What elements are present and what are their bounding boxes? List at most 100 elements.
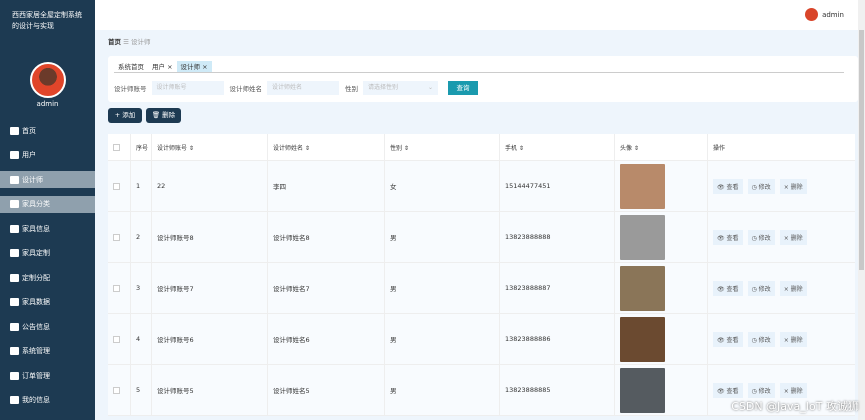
sidebar-item-label: 家具分类 [22, 200, 50, 208]
header-name[interactable]: 设计师姓名 ⇕ [268, 134, 385, 160]
view-button[interactable]: 👁 查看 [713, 382, 743, 398]
designer-table: 序号 设计师账号 ⇕ 设计师姓名 ⇕ 性别 ⇕ 手机 ⇕ 头像 ⇕ 操作 1 2… [108, 134, 855, 416]
header-actions: 操作 [713, 144, 726, 152]
cell-gender: 男 [385, 314, 500, 364]
bar-chart-icon [10, 347, 19, 355]
sidebar-item-7[interactable]: 家具数据 [0, 294, 95, 311]
sidebar-item-2[interactable]: 设计师 [0, 171, 95, 188]
row-checkbox[interactable] [113, 386, 120, 394]
row-select-cell [108, 263, 131, 313]
user-avatar[interactable] [805, 8, 818, 21]
row-delete-button[interactable]: × 删除 [779, 280, 807, 296]
cell-gender: 男 [385, 263, 500, 313]
row-delete-button[interactable]: × 删除 [779, 331, 807, 347]
tab-home[interactable]: 系统首页 [114, 61, 148, 72]
sidebar-item-8[interactable]: 公告信息 [0, 318, 95, 335]
edit-button[interactable]: ◷ 修改 [747, 382, 775, 398]
bulb-icon [10, 322, 19, 331]
sidebar-item-3[interactable]: 家具分类 [0, 195, 95, 213]
select-all-checkbox[interactable] [113, 143, 120, 151]
cell-phone: 13823888887 [500, 263, 615, 313]
edit-button[interactable]: ◷ 修改 [747, 178, 775, 194]
view-button[interactable]: 👁 查看 [713, 178, 743, 194]
sidebar-item-label: 首页 [22, 126, 36, 135]
cell-actions: 👁 查看 ◷ 修改 × 删除 [708, 314, 855, 364]
header-phone[interactable]: 手机 ⇕ [500, 134, 615, 160]
grid-icon [10, 273, 19, 282]
designer-photo[interactable] [620, 214, 665, 260]
account-label: 设计师账号 [114, 85, 147, 93]
cell-actions: 👁 查看 ◷ 修改 × 删除 [708, 212, 855, 262]
cell-no: 4 [131, 314, 152, 364]
sidebar-item-11[interactable]: 我的信息 [0, 392, 95, 409]
scrollbar-thumb[interactable] [859, 30, 864, 270]
cell-avatar [615, 365, 708, 415]
edit-button[interactable]: ◷ 修改 [747, 280, 775, 296]
sidebar-item-label: 公告信息 [22, 322, 50, 331]
designer-photo[interactable] [620, 265, 665, 311]
designer-photo[interactable] [620, 367, 665, 413]
tab-users[interactable]: 用户 × [148, 61, 177, 72]
row-checkbox[interactable] [113, 335, 120, 343]
table-row: 1 22 李四 女 15144477451 👁 查看 ◷ 修改 × 删除 [108, 161, 855, 212]
sidebar-item-4[interactable]: 家具信息 [0, 220, 95, 237]
view-button[interactable]: 👁 查看 [713, 331, 743, 347]
gender-select[interactable]: 请选择性别 ⌄ [363, 81, 438, 95]
cell-account: 设计师账号8 [152, 212, 268, 262]
view-button[interactable]: 👁 查看 [713, 229, 743, 245]
name-label: 设计师姓名 [229, 85, 263, 93]
row-select-cell [108, 212, 131, 262]
cell-actions: 👁 查看 ◷ 修改 × 删除 [708, 161, 855, 211]
sidebar-item-0[interactable]: 首页 [0, 122, 95, 139]
view-button[interactable]: 👁 查看 [713, 280, 743, 296]
tab-designer[interactable]: 设计师 × [176, 61, 212, 72]
sidebar-item-1[interactable]: 用户 [0, 147, 95, 164]
header-no: 序号 [131, 134, 152, 160]
scrollbar[interactable] [858, 0, 865, 420]
sidebar-item-label: 系统管理 [22, 347, 50, 355]
name-input[interactable]: 设计师姓名 [267, 81, 339, 95]
clipboard-icon [10, 298, 19, 306]
cell-name: 设计师姓名8 [268, 212, 385, 262]
sidebar-item-5[interactable]: 家具定制 [0, 245, 95, 262]
cell-phone: 13823888885 [500, 365, 615, 415]
delete-button[interactable]: 🗑 删除 [146, 108, 181, 123]
header-account[interactable]: 设计师账号 ⇕ [152, 134, 268, 160]
avatar[interactable] [30, 62, 66, 98]
sidebar-item-6[interactable]: 定制分配 [0, 269, 95, 286]
row-checkbox[interactable] [113, 182, 120, 190]
top-username[interactable]: admin [822, 11, 844, 19]
row-delete-button[interactable]: × 删除 [779, 178, 807, 194]
cell-phone: 13823888888 [500, 212, 615, 262]
breadcrumb: 首页 ☰ 设计师 [108, 36, 150, 46]
header-avatar[interactable]: 头像 ⇕ [615, 134, 708, 160]
query-button[interactable]: 查询 [448, 81, 478, 95]
chart-icon [10, 249, 19, 257]
row-checkbox[interactable] [113, 284, 120, 292]
edit-button[interactable]: ◷ 修改 [747, 331, 775, 347]
account-input[interactable]: 设计师账号 [151, 81, 224, 95]
cell-name: 李四 [268, 161, 385, 211]
add-button[interactable]: + 添加 [108, 108, 142, 123]
designer-photo[interactable] [620, 163, 665, 209]
cell-account: 设计师账号6 [152, 314, 268, 364]
breadcrumb-separator-icon: ☰ [123, 38, 129, 46]
cell-name: 设计师姓名6 [268, 314, 385, 364]
cell-name: 设计师姓名5 [268, 365, 385, 415]
search-panel: 系统首页 用户 × 设计师 × 设计师账号 设计师账号 设计师姓名 设计师姓名 … [108, 56, 858, 102]
header-gender[interactable]: 性别 ⇕ [385, 134, 500, 160]
top-bar: admin [95, 0, 858, 30]
sidebar-menu: 首页用户设计师家具分类家具信息家具定制定制分配家具数据公告信息系统管理订单管理我… [0, 122, 95, 416]
row-delete-button[interactable]: × 删除 [779, 229, 807, 245]
cell-account: 22 [152, 161, 268, 211]
edit-button[interactable]: ◷ 修改 [747, 229, 775, 245]
sidebar-item-10[interactable]: 订单管理 [0, 367, 95, 384]
row-checkbox[interactable] [113, 233, 120, 241]
breadcrumb-home[interactable]: 首页 [108, 38, 121, 46]
designer-photo[interactable] [620, 316, 665, 362]
cell-gender: 女 [385, 161, 500, 211]
sidebar-item-9[interactable]: 系统管理 [0, 343, 95, 360]
row-delete-button[interactable]: × 删除 [779, 382, 807, 398]
breadcrumb-current: 设计师 [130, 38, 151, 46]
table-row: 3 设计师账号7 设计师姓名7 男 13823888887 👁 查看 ◷ 修改 … [108, 263, 855, 314]
